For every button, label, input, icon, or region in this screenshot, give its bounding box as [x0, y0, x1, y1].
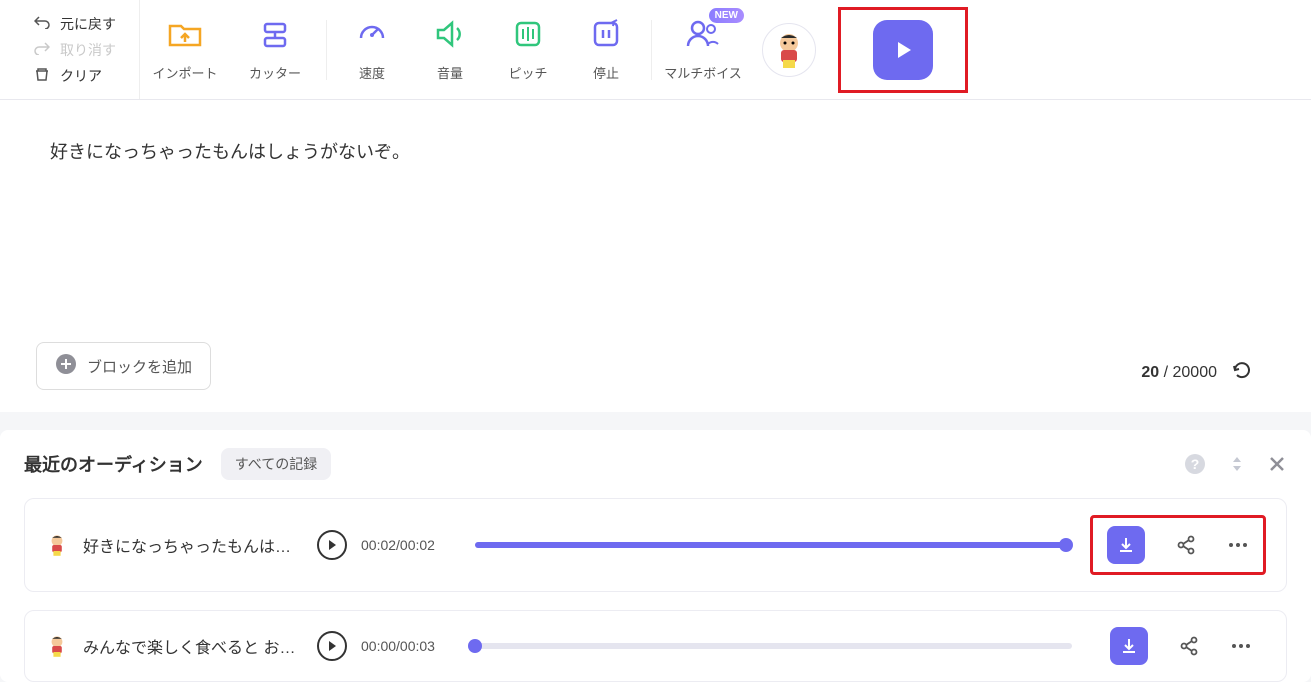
track-time: 00:02/00:02 [361, 537, 451, 553]
import-button[interactable]: インポート [140, 0, 230, 99]
toolbar-group-voice: NEW マルチボイス [658, 0, 830, 99]
play-small-icon [326, 640, 338, 652]
multivoice-label: マルチボイス [664, 63, 742, 82]
pitch-label: ピッチ [508, 63, 547, 82]
editor-text[interactable]: 好きになっちゃったもんはしょうがないぞ。 [50, 138, 410, 164]
progress-knob[interactable] [1059, 538, 1073, 552]
svg-text:?: ? [1191, 456, 1200, 472]
volume-icon [433, 18, 467, 55]
undo-button[interactable]: 元に戻す [34, 14, 139, 34]
voice-avatar[interactable] [762, 23, 816, 77]
track-title: 好きになっちゃったもんはし... [83, 533, 303, 557]
track-play-button[interactable] [317, 631, 347, 661]
download-button[interactable] [1110, 627, 1148, 665]
audition-header-actions: ? [1183, 452, 1287, 476]
multivoice-icon [684, 18, 722, 55]
help-icon[interactable]: ? [1183, 452, 1207, 476]
track-avatar-icon [45, 634, 69, 658]
close-icon[interactable] [1267, 454, 1287, 474]
track-actions [1096, 627, 1266, 665]
audio-track: みんなで楽しく食べると おい... 00:00/00:03 [24, 610, 1287, 682]
toolbar-group-audio: 速度 音量 ピッチ 停止 [333, 0, 645, 99]
add-block-label: ブロックを追加 [87, 356, 192, 377]
clear-label: クリア [60, 66, 102, 86]
pitch-button[interactable]: ピッチ [489, 0, 567, 99]
download-icon [1119, 636, 1139, 656]
more-icon[interactable] [1230, 643, 1252, 649]
chars-sep: / [1159, 364, 1172, 381]
play-small-icon [326, 539, 338, 551]
track-progress[interactable] [475, 542, 1066, 548]
audition-filter[interactable]: すべての記録 [221, 448, 331, 480]
track-time: 00:00/00:03 [361, 638, 451, 654]
toolbar-divider [326, 20, 327, 80]
sort-icon[interactable] [1227, 454, 1247, 474]
multivoice-button[interactable]: NEW マルチボイス [658, 0, 748, 99]
speed-icon [355, 18, 389, 55]
audition-title: 最近のオーディション [24, 451, 203, 477]
chars-current: 20 [1141, 364, 1159, 381]
play-button[interactable] [873, 20, 933, 80]
folder-import-icon [167, 18, 203, 55]
main-toolbar: 元に戻す 取り消す クリア インポート カッター 速度 音量 [0, 0, 1311, 100]
add-block-button[interactable]: ブロックを追加 [36, 342, 211, 390]
speed-label: 速度 [359, 63, 385, 82]
char-count: 20 / 20000 [1141, 359, 1253, 386]
pause-icon [589, 18, 623, 55]
track-title: みんなで楽しく食べると おい... [83, 634, 303, 658]
clear-icon [34, 67, 50, 84]
plus-circle-icon [55, 353, 77, 379]
toolbar-group-file: インポート カッター [140, 0, 320, 99]
more-icon[interactable] [1227, 542, 1249, 548]
audition-header: 最近のオーディション すべての記録 ? [24, 448, 1287, 480]
cutter-icon [257, 18, 293, 55]
speed-button[interactable]: 速度 [333, 0, 411, 99]
clear-button[interactable]: クリア [34, 66, 139, 86]
pitch-icon [511, 18, 545, 55]
audition-panel: 最近のオーディション すべての記録 ? 好きになっちゃったもんはし... 00:… [0, 430, 1311, 682]
volume-button[interactable]: 音量 [411, 0, 489, 99]
cutter-label: カッター [249, 63, 301, 82]
download-button[interactable] [1107, 526, 1145, 564]
toolbar-divider [651, 20, 652, 80]
refresh-icon[interactable] [1231, 359, 1253, 386]
editor-panel: 好きになっちゃったもんはしょうがないぞ。 ブロックを追加 20 / 20000 [0, 100, 1311, 412]
track-avatar-icon [45, 533, 69, 557]
audio-track: 好きになっちゃったもんはし... 00:02/00:02 [24, 498, 1287, 592]
pause-label: 停止 [593, 63, 619, 82]
redo-icon [34, 41, 50, 58]
track-progress[interactable] [475, 643, 1072, 649]
history-actions: 元に戻す 取り消す クリア [0, 0, 140, 99]
import-label: インポート [152, 63, 217, 82]
progress-knob[interactable] [468, 639, 482, 653]
download-icon [1116, 535, 1136, 555]
progress-fill [475, 542, 1066, 548]
chars-max: 20000 [1173, 364, 1218, 381]
share-icon[interactable] [1175, 534, 1197, 556]
undo-label: 元に戻す [60, 14, 116, 34]
redo-label: 取り消す [60, 40, 116, 60]
share-icon[interactable] [1178, 635, 1200, 657]
track-play-button[interactable] [317, 530, 347, 560]
cutter-button[interactable]: カッター [230, 0, 320, 99]
play-icon [891, 38, 915, 62]
volume-label: 音量 [437, 63, 463, 82]
undo-icon [34, 15, 50, 32]
pause-button[interactable]: 停止 [567, 0, 645, 99]
track-actions-highlight [1090, 515, 1266, 575]
play-highlight-box [838, 7, 968, 93]
avatar-character-icon [769, 30, 809, 70]
new-badge: NEW [709, 8, 744, 23]
redo-button[interactable]: 取り消す [34, 40, 139, 60]
